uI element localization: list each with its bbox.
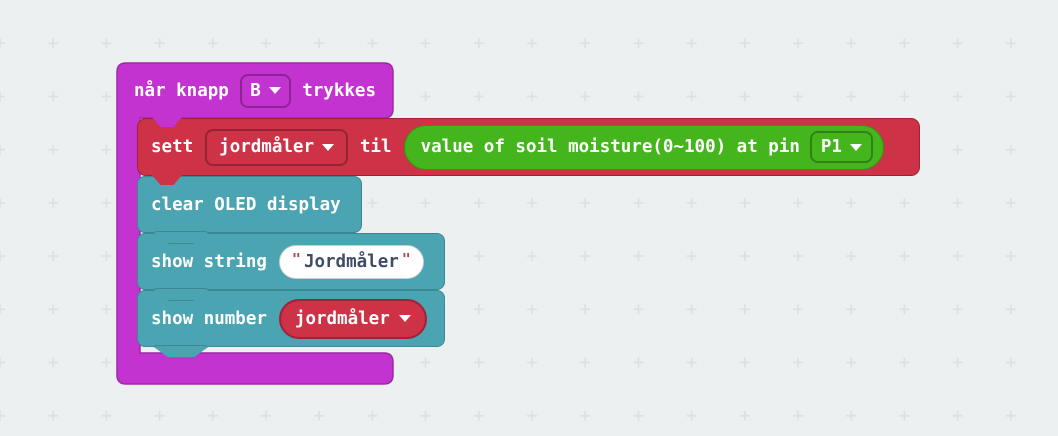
- to-label: til: [360, 137, 392, 157]
- variable-dropdown-value: jordmåler: [219, 137, 314, 157]
- event-label-after: trykkes: [302, 81, 376, 101]
- button-selector-dropdown[interactable]: B: [240, 74, 291, 108]
- open-quote: ": [292, 250, 301, 268]
- dropdown-arrow-icon: [269, 87, 281, 94]
- event-block[interactable]: når knapp B trykkes: [117, 63, 393, 118]
- close-quote: ": [402, 250, 411, 268]
- string-input-value: Jordmåler: [304, 252, 399, 272]
- event-label-before: når knapp: [134, 81, 229, 101]
- show-number-label: show number: [151, 309, 267, 329]
- dropdown-arrow-icon: [322, 144, 334, 151]
- set-label: sett: [151, 137, 193, 157]
- variable-reporter-pill[interactable]: jordmåler: [279, 299, 427, 339]
- soil-moisture-label: value of soil moisture(0~100) at pin: [421, 137, 800, 157]
- show-string-label: show string: [151, 252, 267, 272]
- pin-dropdown-value: P1: [821, 137, 842, 157]
- pin-dropdown[interactable]: P1: [810, 131, 873, 163]
- clear-oled-label: clear OLED display: [151, 195, 341, 215]
- button-dropdown-value: B: [250, 81, 261, 101]
- variable-pill-value: jordmåler: [295, 309, 390, 329]
- soil-moisture-reporter-block[interactable]: value of soil moisture(0~100) at pin P1: [404, 125, 884, 170]
- string-input[interactable]: " Jordmåler ": [279, 245, 424, 279]
- makecode-workspace[interactable]: sett jordmåler til value of soil moistur…: [0, 0, 1058, 436]
- dropdown-arrow-icon: [850, 144, 862, 151]
- dropdown-arrow-icon: [399, 315, 411, 322]
- variable-dropdown[interactable]: jordmåler: [205, 129, 348, 166]
- set-variable-block[interactable]: sett jordmåler til value of soil moistur…: [137, 118, 920, 176]
